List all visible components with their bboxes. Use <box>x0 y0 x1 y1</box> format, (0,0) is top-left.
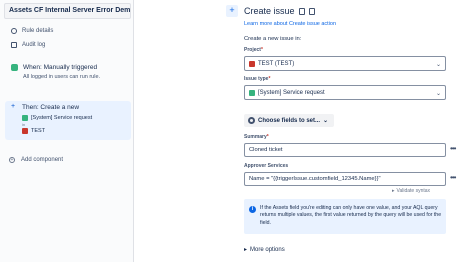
trigger-title: When: Manually triggered <box>23 64 98 71</box>
gear-icon <box>11 28 17 34</box>
project-icon <box>249 60 255 67</box>
issue-type-select[interactable]: [System] Service request ⌄ <box>244 85 446 100</box>
play-icon: ▸ <box>392 188 395 194</box>
chevron-down-icon: ⌄ <box>435 91 441 97</box>
more-options-toggle[interactable]: ▸ More options <box>244 246 285 254</box>
chevron-right-icon: ▸ <box>244 247 248 253</box>
list-icon <box>11 42 17 48</box>
nav-rule-details[interactable]: Rule details <box>11 28 53 34</box>
chevron-down-icon: ⌄ <box>323 118 329 124</box>
action-title: Then: Create a new <box>22 104 80 111</box>
trigger-subtitle: All logged in users can run rule. <box>23 74 101 80</box>
project-select-value: TEST (TEST) <box>258 60 295 67</box>
chevron-down-icon: ⌄ <box>435 62 441 68</box>
info-icon: i <box>249 206 256 213</box>
info-message: i If the Assets field you're editing can… <box>244 199 446 234</box>
plus-icon: + <box>226 5 238 17</box>
component-config-panel: + Create issue Learn more about Create i… <box>134 0 474 262</box>
action-issue-type: [System] Service request <box>22 115 92 121</box>
panel-header: Create issue <box>244 6 315 16</box>
service-request-icon <box>249 89 255 96</box>
trigger-component[interactable]: When: Manually triggered All logged in u… <box>6 61 130 85</box>
plus-icon: + <box>11 103 16 110</box>
gear-icon <box>248 117 255 124</box>
rule-title[interactable]: Assets CF Internal Server Error Demo <box>4 3 131 19</box>
add-icon: + <box>9 157 15 163</box>
issue-type-label: Issue type* <box>244 76 271 82</box>
issue-type-select-value: [System] Service request <box>258 89 325 96</box>
add-component-label: Add component <box>21 157 64 163</box>
learn-more-link[interactable]: Learn more about Create issue action <box>244 21 336 27</box>
info-text: If the Assets field you're editing can o… <box>260 205 442 226</box>
delete-icon[interactable] <box>308 7 315 15</box>
trigger-icon <box>11 64 18 71</box>
more-options-label: More options <box>250 246 285 253</box>
validate-syntax-label: Validate syntax <box>396 188 431 194</box>
approver-services-field[interactable]: Name = "{{triggerIssue.customfield_12345… <box>244 172 446 186</box>
summary-more-icon[interactable]: ••• <box>450 144 456 153</box>
action-in-label: in <box>22 122 26 127</box>
approver-services-label: Approver Services <box>244 163 289 169</box>
nav-audit-log-label: Audit log <box>22 42 46 48</box>
panel-title: Create issue <box>244 6 295 16</box>
project-icon <box>22 128 28 134</box>
action-issue-type-label: [System] Service request <box>31 115 93 121</box>
nav-rule-details-label: Rule details <box>22 28 54 34</box>
project-label: Project* <box>244 47 263 53</box>
action-component-create-issue[interactable]: + Then: Create a new [System] Service re… <box>5 101 131 140</box>
summary-label: Summary* <box>244 134 269 140</box>
add-component-button[interactable]: + Add component <box>9 157 63 163</box>
service-request-icon <box>22 115 28 121</box>
action-project-label: TEST <box>31 128 46 134</box>
action-project: TEST <box>22 128 45 134</box>
approver-more-icon[interactable]: ••• <box>450 173 456 182</box>
nav-audit-log[interactable]: Audit log <box>11 42 45 48</box>
create-in-text: Create a new issue in: <box>244 36 302 42</box>
choose-fields-button[interactable]: Choose fields to set... ⌄ <box>244 114 334 127</box>
validate-syntax-button[interactable]: ▸ Validate syntax <box>392 188 430 194</box>
copy-icon[interactable] <box>298 7 305 15</box>
summary-field[interactable]: Cloned ticket <box>244 143 446 157</box>
rule-sidebar: Assets CF Internal Server Error Demo Rul… <box>0 0 134 262</box>
choose-fields-label: Choose fields to set... <box>258 117 321 124</box>
project-select[interactable]: TEST (TEST) ⌄ <box>244 56 446 71</box>
